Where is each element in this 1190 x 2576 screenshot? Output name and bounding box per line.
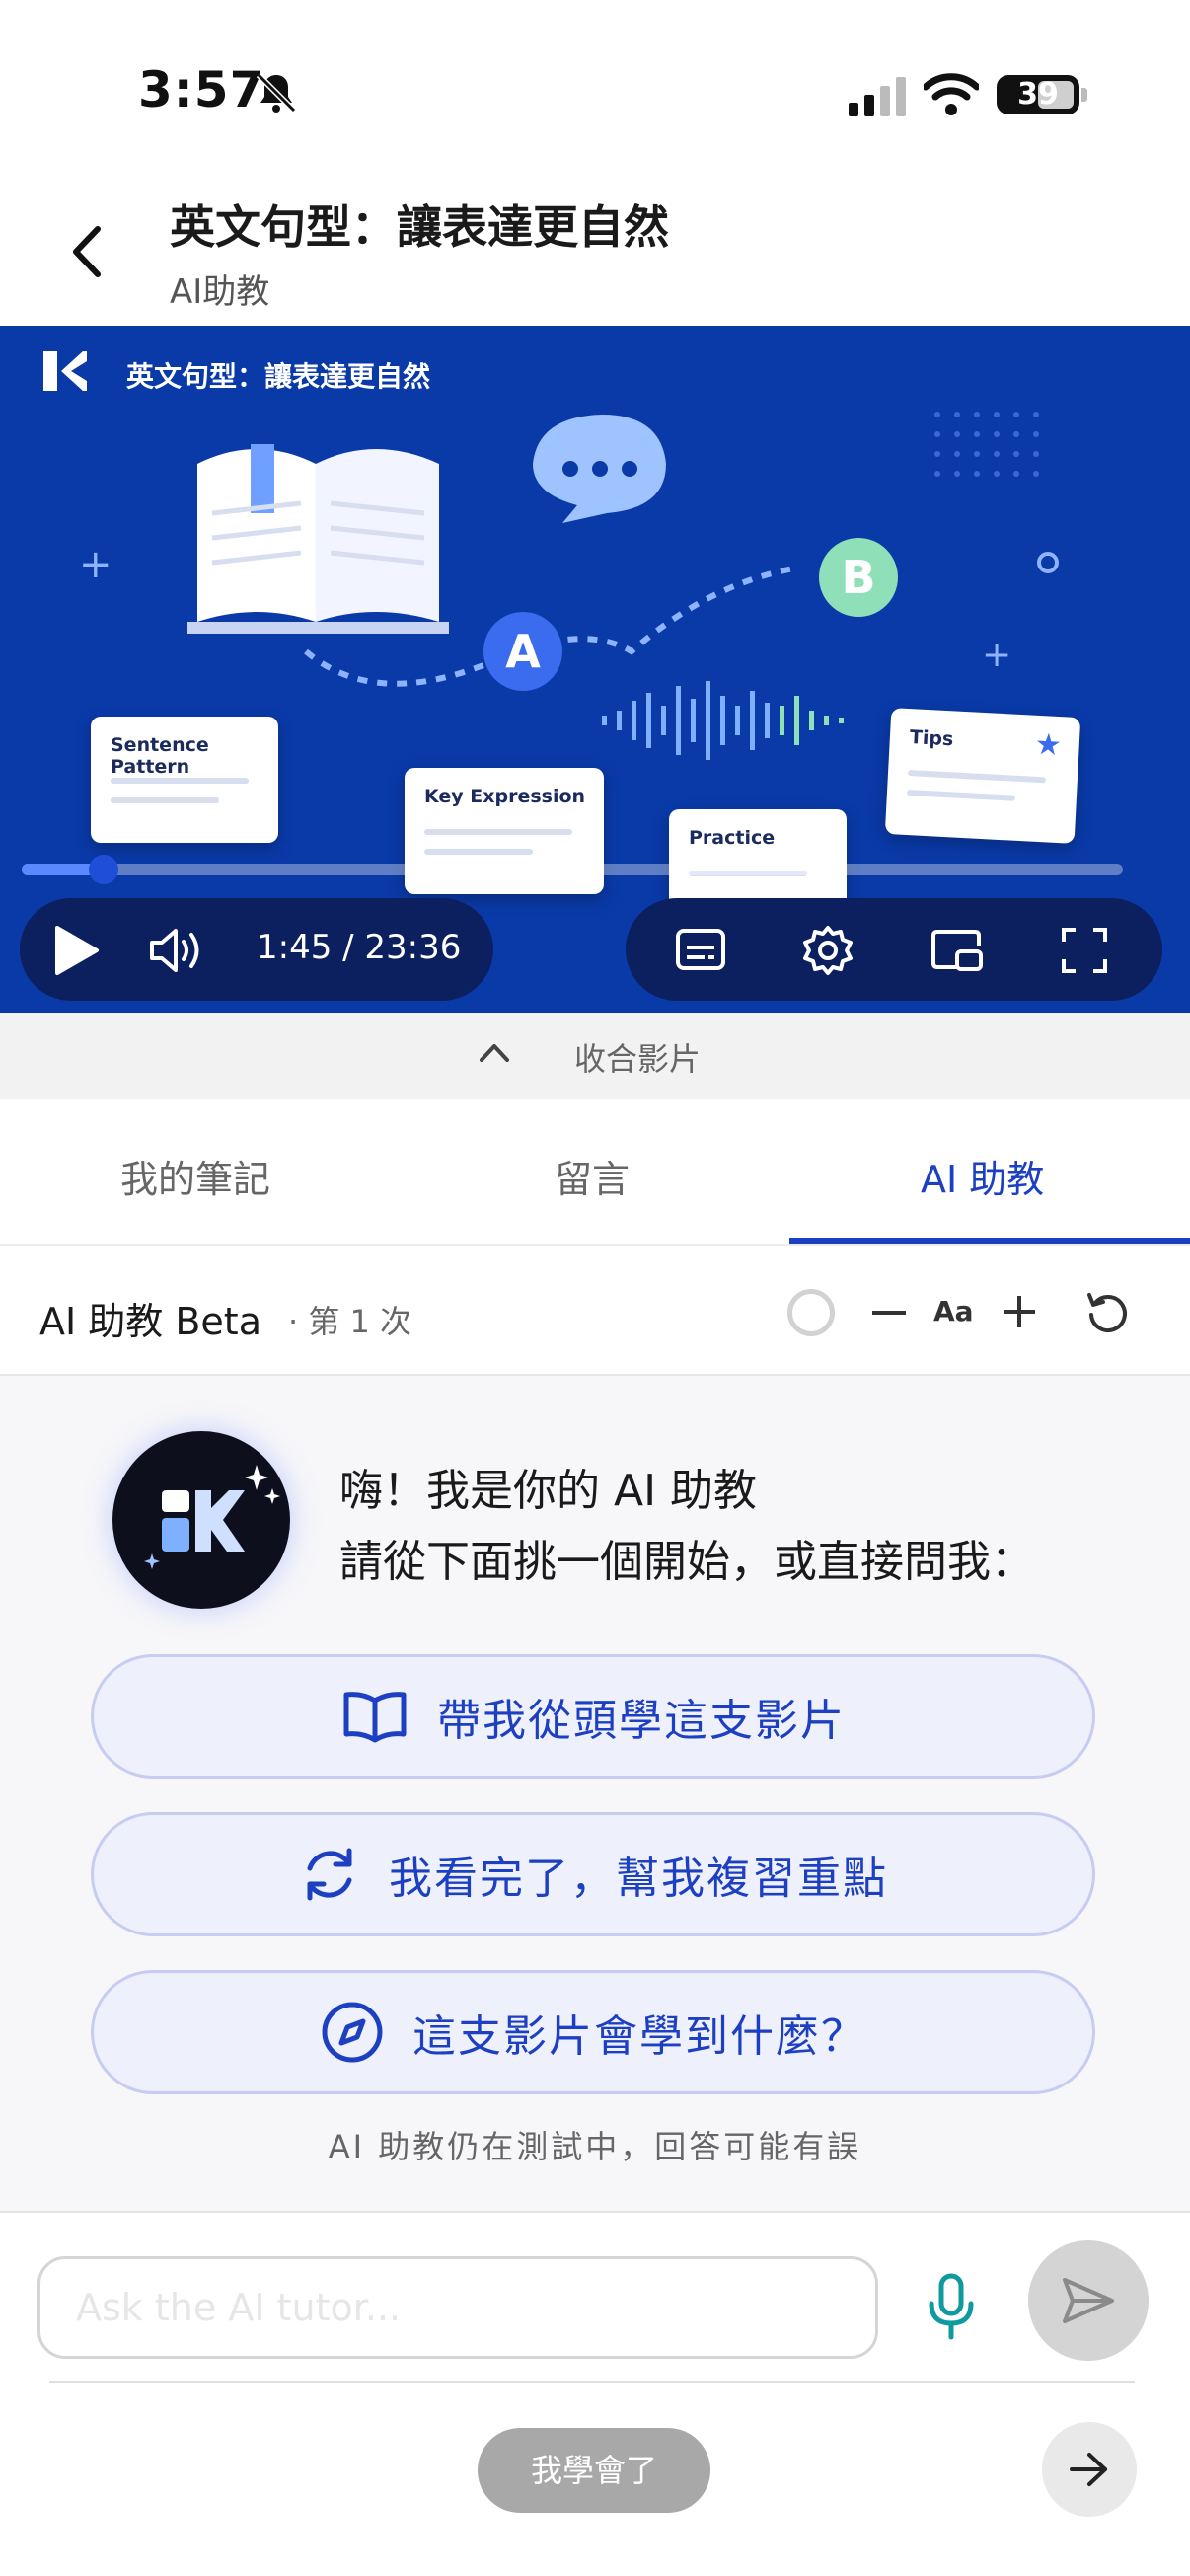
- tab-comments[interactable]: 留言: [555, 1149, 630, 1203]
- option-what-will-i-learn[interactable]: 這支影片會學到什麼？: [91, 1970, 1095, 2094]
- session-count: · 第 1 次: [288, 1303, 412, 1340]
- status-circle-icon[interactable]: [787, 1289, 835, 1336]
- picture-in-picture-icon[interactable]: [930, 928, 985, 977]
- page-title: 英文句型：讓表達更自然: [170, 200, 669, 254]
- ai-tutor-toolbar: AI 助教 Beta · 第 1 次 Aa: [0, 1246, 1190, 1376]
- option-learn-from-start[interactable]: 帶我從頭學這支影片: [91, 1654, 1095, 1779]
- compass-icon: [320, 2000, 385, 2065]
- i-learned-it-button[interactable]: 我學會了: [478, 2428, 710, 2513]
- book-icon: [340, 1689, 409, 1744]
- greeting-line-1: 嗨！我是你的 AI 助教: [339, 1466, 758, 1516]
- increase-font-button[interactable]: [1001, 1293, 1038, 1334]
- tab-ai-tutor[interactable]: AI 助教: [921, 1149, 1044, 1203]
- back-button[interactable]: [57, 217, 116, 286]
- send-button[interactable]: [1028, 2240, 1149, 2361]
- chat-input[interactable]: [37, 2256, 878, 2359]
- fullscreen-icon[interactable]: [1060, 926, 1109, 979]
- collapse-video-label: 收合影片: [574, 1040, 702, 1078]
- chat-input-area: 我學會了: [0, 2211, 1190, 2576]
- arrow-right-icon: [1070, 2453, 1107, 2486]
- tab-bar: 我的筆記 留言 AI 助教: [0, 1099, 1190, 1246]
- status-time: 3:57: [138, 61, 265, 118]
- bell-slash-icon: [253, 69, 300, 120]
- battery-level: 39: [1017, 77, 1059, 112]
- status-bar: 3:57 39: [0, 0, 1190, 168]
- star-icon: ★: [1033, 726, 1063, 764]
- playback-controls: 1:45 / 23:36: [20, 898, 493, 1001]
- collapse-video-button[interactable]: 收合影片: [0, 1013, 1190, 1099]
- option-review-key-points[interactable]: 我看完了，幫我複習重點: [91, 1812, 1095, 1936]
- card-sentence-pattern: Sentence Pattern: [91, 717, 278, 843]
- battery-icon: 39: [997, 75, 1079, 114]
- ai-tutor-avatar: [112, 1431, 290, 1609]
- volume-icon[interactable]: [148, 926, 207, 979]
- player-settings-controls: [626, 898, 1162, 1001]
- play-icon[interactable]: [51, 924, 101, 981]
- signal-icon: [849, 77, 908, 120]
- progress-thumb[interactable]: [88, 855, 118, 884]
- video-player[interactable]: 英文句型：讓表達更自然 A B + + Sentence Pattern Key…: [0, 326, 1190, 1013]
- card-tips: Tips ★: [884, 708, 1081, 844]
- svg-text:+: +: [79, 542, 112, 587]
- font-size-label: Aa: [933, 1295, 974, 1327]
- wifi-icon: [922, 73, 981, 120]
- chat-area: 嗨！我是你的 AI 助教 請從下面挑一個開始，或直接問我： 帶我從頭學這支影片 …: [0, 1376, 1190, 2211]
- bubble-b: B: [841, 551, 875, 604]
- refresh-icon: [298, 1843, 361, 1906]
- reset-chat-button[interactable]: [1085, 1291, 1131, 1340]
- video-time: 1:45 / 23:36: [257, 928, 462, 967]
- settings-gear-icon[interactable]: [801, 924, 855, 981]
- next-arrow-button[interactable]: [1042, 2422, 1137, 2517]
- chevron-up-icon: [480, 1044, 509, 1062]
- tab-my-notes[interactable]: 我的筆記: [120, 1149, 270, 1203]
- microphone-icon[interactable]: [924, 2272, 979, 2345]
- video-progress-bar[interactable]: [22, 855, 1123, 884]
- subtitles-icon[interactable]: [675, 928, 726, 975]
- ai-tutor-title: AI 助教 Beta: [39, 1300, 261, 1343]
- reset-icon: [1087, 1293, 1127, 1332]
- tab-indicator: [789, 1238, 1190, 1244]
- decrease-font-button[interactable]: [872, 1311, 906, 1315]
- send-icon: [1063, 2278, 1114, 2323]
- chevron-left-icon: [73, 226, 101, 277]
- bubble-a: A: [505, 625, 541, 678]
- page-subtitle: AI助教: [170, 272, 270, 312]
- divider: [49, 2381, 1135, 2383]
- greeting-line-2: 請從下面挑一個開始，或直接問我：: [339, 1537, 1034, 1587]
- disclaimer-text: AI 助教仍在測試中，回答可能有誤: [328, 2128, 862, 2165]
- svg-text:+: +: [982, 635, 1011, 675]
